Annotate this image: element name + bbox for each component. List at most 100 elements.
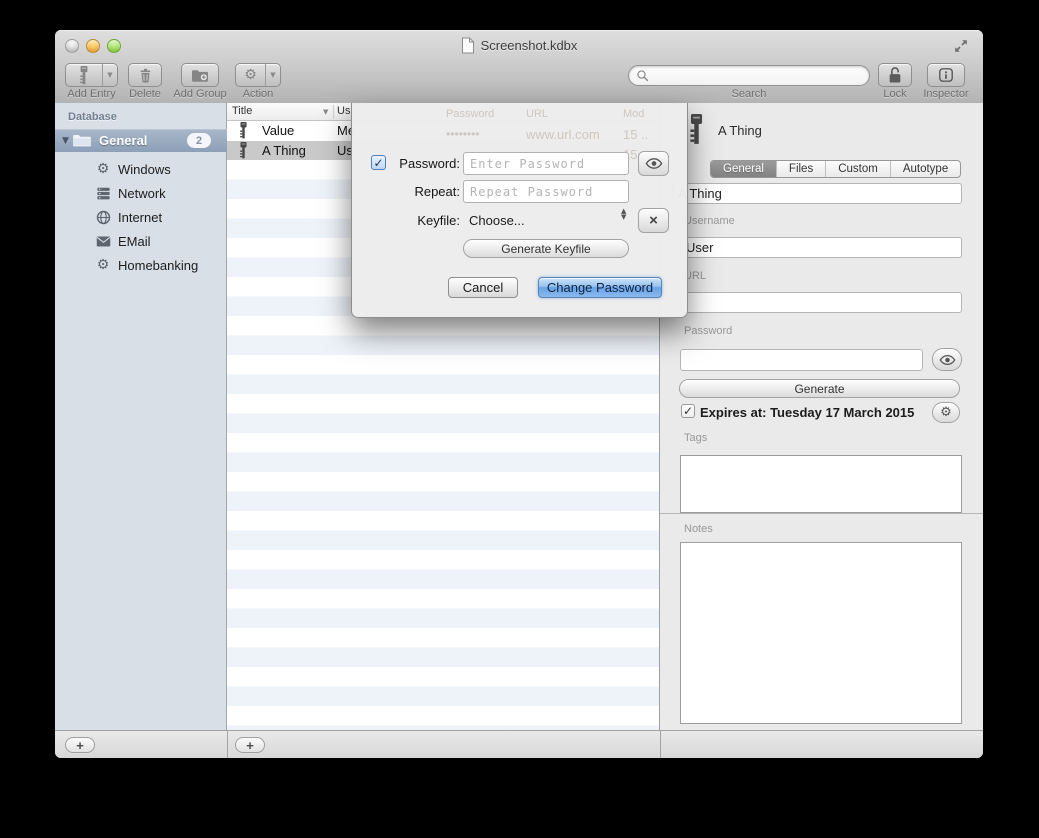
add-group-button[interactable] — [181, 63, 219, 87]
generate-keyfile-button[interactable]: Generate Keyfile — [463, 239, 629, 258]
sidebar-item-homebanking[interactable]: ⚙ Homebanking — [55, 254, 227, 276]
sidebar-header: Database — [68, 111, 117, 123]
tags-label: Tags — [684, 432, 707, 444]
tab-files[interactable]: Files — [777, 161, 826, 177]
expires-label: Expires at: Tuesday 17 March 2015 — [700, 405, 914, 420]
column-divider[interactable] — [333, 105, 334, 119]
eye-icon — [645, 157, 663, 170]
inspector-panel: A Thing General Files Custom Autotype Us… — [660, 103, 983, 730]
section-divider — [660, 513, 983, 514]
sidebar-item-windows[interactable]: ⚙ Windows — [55, 158, 227, 180]
add-entry-plus-button[interactable]: + — [235, 737, 265, 753]
ghost-url: www.url.com — [526, 127, 600, 142]
password-field[interactable] — [680, 349, 923, 371]
password-input[interactable] — [463, 152, 629, 175]
tags-textarea[interactable] — [680, 455, 962, 513]
title-field[interactable] — [672, 183, 962, 204]
entry-title-cell: Value — [262, 123, 294, 138]
sidebar-item-label: EMail — [118, 234, 151, 249]
gear-icon: ⚙ — [95, 257, 111, 273]
stepper-arrows-icon[interactable]: ▲▼ — [621, 209, 626, 220]
gear-icon: ⚙ — [236, 64, 265, 86]
keyfile-popup[interactable]: Choose... — [469, 213, 525, 228]
gear-icon: ⚙ — [940, 405, 952, 420]
envelope-icon — [95, 233, 111, 249]
sidebar-item-label: Homebanking — [118, 258, 198, 273]
keyfile-label: Keyfile: — [372, 213, 460, 228]
server-icon — [95, 185, 111, 201]
clear-keyfile-button[interactable]: × — [638, 208, 669, 233]
key-icon — [238, 142, 249, 159]
entry-title-cell: A Thing — [262, 143, 306, 158]
add-entry-button[interactable]: ▼ — [65, 63, 118, 87]
generate-password-button[interactable]: Generate — [679, 379, 960, 398]
ghost-password-dots: •••••••• — [446, 127, 480, 141]
sidebar-item-network[interactable]: Network — [55, 182, 227, 204]
tab-custom[interactable]: Custom — [826, 161, 891, 177]
action-button[interactable]: ⚙ ▼ — [235, 63, 281, 87]
delete-label: Delete — [128, 88, 162, 100]
column-header-username[interactable]: Us — [337, 105, 350, 117]
ghost-column-modified: Mod — [623, 108, 644, 120]
repeat-label: Repeat: — [372, 184, 460, 199]
trash-icon — [138, 68, 153, 83]
document-icon — [461, 37, 475, 54]
divider — [227, 731, 228, 758]
sort-indicator-icon: ▼ — [323, 108, 328, 116]
sidebar: Database ▼ General 2 ⚙ Windows Network — [55, 103, 227, 730]
sidebar-item-email[interactable]: EMail — [55, 230, 227, 252]
tab-general[interactable]: General — [711, 161, 777, 177]
sidebar-item-internet[interactable]: Internet — [55, 206, 227, 228]
inspector-label: Inspector — [918, 88, 974, 100]
group-count-badge: 2 — [187, 133, 211, 148]
url-field[interactable] — [680, 292, 962, 313]
change-password-sheet: Password URL Mod •••••••• www.url.com 15… — [351, 103, 688, 318]
search-icon — [636, 69, 649, 82]
titlebar: Screenshot.kdbx — [55, 37, 983, 53]
sidebar-item-label: Windows — [118, 162, 171, 177]
info-icon — [938, 67, 954, 83]
eye-icon — [939, 354, 956, 366]
search-input[interactable] — [628, 65, 870, 86]
notes-label: Notes — [684, 523, 713, 535]
cancel-button[interactable]: Cancel — [448, 277, 518, 298]
lock-label: Lock — [870, 88, 920, 100]
window-chrome: Screenshot.kdbx ▼ ⚙ ▼ Add Entry Delete A… — [55, 30, 983, 104]
username-field[interactable] — [680, 237, 962, 258]
reveal-password-button[interactable] — [638, 151, 669, 176]
sidebar-group-general[interactable]: ▼ General 2 — [55, 129, 227, 152]
inspector-entry-title: A Thing — [718, 123, 762, 138]
divider — [660, 731, 661, 758]
action-label: Action — [235, 88, 281, 100]
sidebar-item-label: Internet — [118, 210, 162, 225]
inspector-tabs: General Files Custom Autotype — [710, 160, 961, 178]
group-label: General — [99, 133, 147, 148]
add-group-plus-button[interactable]: + — [65, 737, 95, 753]
username-label: Username — [684, 215, 735, 227]
column-header-title[interactable]: Title — [232, 105, 252, 117]
key-icon — [687, 114, 706, 145]
folder-plus-icon — [191, 68, 209, 83]
globe-icon — [95, 209, 111, 225]
reveal-password-button[interactable] — [932, 348, 962, 371]
app-window: Screenshot.kdbx ▼ ⚙ ▼ Add Entry Delete A… — [55, 30, 983, 758]
add-group-label: Add Group — [172, 88, 228, 100]
notes-textarea[interactable] — [680, 542, 962, 724]
key-icon — [66, 64, 102, 86]
expires-checkbox[interactable]: ✓ — [681, 404, 695, 418]
desktop-background: Screenshot.kdbx ▼ ⚙ ▼ Add Entry Delete A… — [0, 0, 1039, 838]
chevron-down-icon[interactable]: ▼ — [102, 64, 117, 86]
bottom-bar: + + — [55, 730, 983, 758]
add-entry-label: Add Entry — [60, 88, 123, 100]
lock-button[interactable] — [878, 63, 912, 87]
repeat-input[interactable] — [463, 180, 629, 203]
delete-button[interactable] — [128, 63, 162, 87]
window-title: Screenshot.kdbx — [481, 38, 578, 53]
chevron-down-icon[interactable]: ▼ — [265, 64, 280, 86]
fullscreen-icon[interactable] — [953, 38, 969, 54]
inspector-button[interactable] — [927, 63, 965, 87]
change-password-button[interactable]: Change Password — [538, 277, 662, 298]
disclosure-triangle-icon[interactable]: ▼ — [62, 136, 72, 146]
expires-settings-button[interactable]: ⚙ — [932, 402, 960, 423]
tab-autotype[interactable]: Autotype — [891, 161, 960, 177]
